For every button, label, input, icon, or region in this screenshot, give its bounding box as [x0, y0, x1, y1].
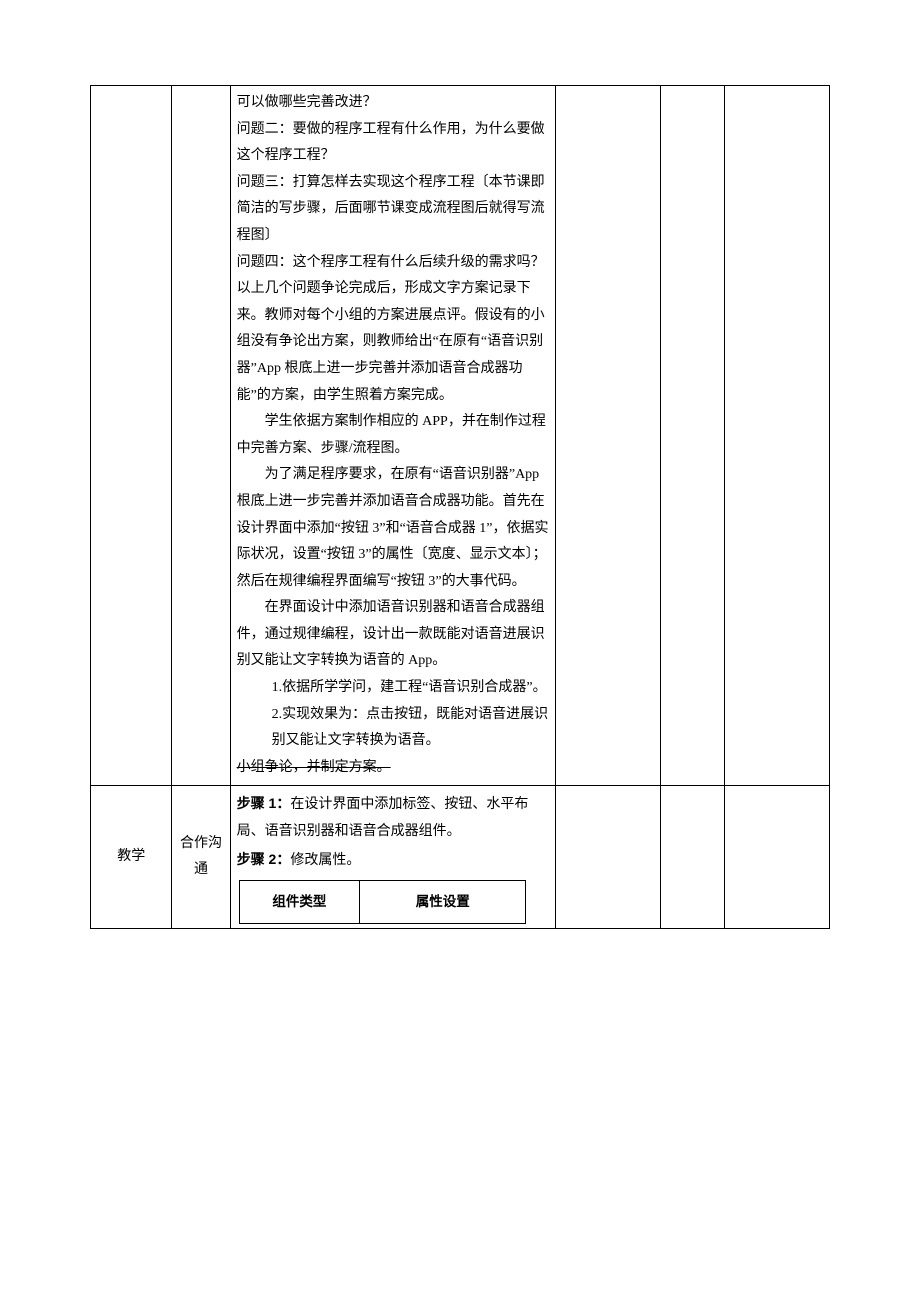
text-paragraph: 为了满足程序要求，在原有“语音识别器”App 根底上进一步完善并添加语音合成器功… [237, 462, 550, 595]
cell-col-e [661, 786, 725, 928]
cell-col-d [556, 86, 661, 786]
step-label: 步骤 2： [237, 851, 291, 867]
cell-col-e [661, 86, 725, 786]
header-property-setting: 属性设置 [360, 881, 526, 924]
cell-method-label: 合作沟通 [172, 786, 230, 928]
cell-col-f [725, 786, 830, 928]
lesson-plan-table: 可以做哪些完善改进？ 问题二：要做的程序工程有什么作用，为什么要做这个程序工程？… [90, 85, 830, 929]
step-label: 步骤 1： [237, 795, 291, 811]
text-strikethrough: 小组争论，并制定方案。 [237, 755, 550, 782]
list-item: 2.实现效果为：点击按钮，既能对语音进展识别又能让文字转换为语音。 [237, 702, 550, 755]
property-table: 组件类型 属性设置 [239, 880, 527, 924]
step-text: 修改属性。 [290, 853, 360, 868]
table-row: 教学 合作沟通 步骤 1：在设计界面中添加标签、按钮、水平布局、语音识别器和语音… [91, 786, 830, 928]
cell-content-1: 可以做哪些完善改进？ 问题二：要做的程序工程有什么作用，为什么要做这个程序工程？… [230, 86, 556, 786]
header-component-type: 组件类型 [239, 881, 359, 924]
text-paragraph: 学生依据方案制作相应的 APP，并在制作过程中完善方案、步骤/流程图。 [237, 409, 550, 462]
list-item: 1.依据所学学问，建工程“语音识别合成器”。 [237, 675, 550, 702]
cell-col-a [91, 86, 172, 786]
table-row: 组件类型 属性设置 [239, 881, 526, 924]
step-line: 步骤 1：在设计界面中添加标签、按钮、水平布局、语音识别器和语音合成器组件。 [237, 790, 550, 845]
cell-col-f [725, 86, 830, 786]
text-line: 问题二：要做的程序工程有什么作用，为什么要做这个程序工程？ [237, 117, 550, 170]
text-line: 问题三：打算怎样去实现这个程序工程〔本节课即简洁的写步骤，后面哪节课变成流程图后… [237, 170, 550, 250]
step-line: 步骤 2：修改属性。 [237, 846, 550, 875]
table-row: 可以做哪些完善改进？ 问题二：要做的程序工程有什么作用，为什么要做这个程序工程？… [91, 86, 830, 786]
cell-col-d [556, 786, 661, 928]
text-line: 以上几个问题争论完成后，形成文字方案记录下来。教师对每个小组的方案进展点评。假设… [237, 276, 550, 409]
cell-content-2: 步骤 1：在设计界面中添加标签、按钮、水平布局、语音识别器和语音合成器组件。 步… [230, 786, 556, 928]
text-paragraph: 在界面设计中添加语音识别器和语音合成器组件，通过规律编程，设计出一款既能对语音进… [237, 595, 550, 675]
text-line: 问题四：这个程序工程有什么后续升级的需求吗？ [237, 250, 550, 277]
page-container: 可以做哪些完善改进？ 问题二：要做的程序工程有什么作用，为什么要做这个程序工程？… [0, 0, 920, 969]
cell-stage-label: 教学 [91, 786, 172, 928]
cell-col-b [172, 86, 230, 786]
text-line: 可以做哪些完善改进？ [237, 90, 550, 117]
